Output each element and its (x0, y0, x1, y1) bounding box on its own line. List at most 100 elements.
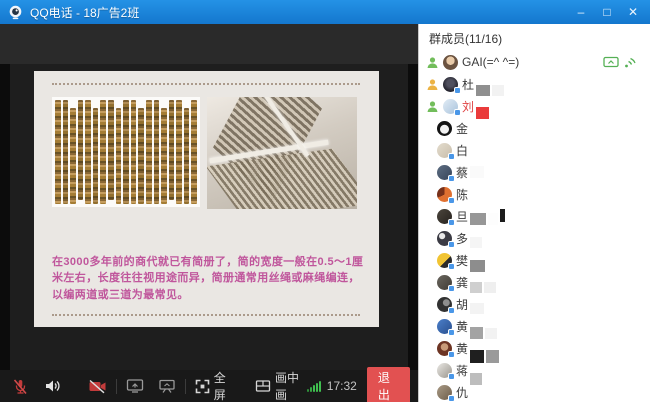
close-button[interactable]: ✕ (620, 0, 646, 24)
device-badge-icon (448, 285, 455, 292)
avatar (437, 385, 452, 400)
fullscreen-icon[interactable] (195, 379, 210, 394)
video-letterbox-right (408, 64, 418, 370)
member-row[interactable]: 多 (419, 227, 650, 249)
censor-block (485, 328, 497, 339)
avatar (437, 363, 452, 378)
microphone-muted-icon[interactable] (12, 378, 29, 395)
censor-block (470, 237, 482, 248)
avatar (437, 231, 452, 246)
member-row[interactable]: 旦 (419, 205, 650, 227)
screen-share-icon (603, 56, 619, 69)
censor-block (470, 213, 486, 225)
member-row[interactable]: 杜 (419, 73, 650, 95)
member-name: 杜 (462, 76, 474, 93)
device-badge-icon (448, 263, 455, 270)
device-badge-icon (448, 351, 455, 358)
device-badge-icon (448, 197, 455, 204)
video-letterbox-left (0, 64, 10, 370)
slide-divider-bottom (52, 314, 360, 316)
member-name: 旦 (456, 208, 468, 225)
member-row[interactable]: 仇 (419, 381, 650, 402)
members-panel: 群成员(11/16) GAI(=^ ^=) 杜 刘金白蔡陈旦多樊龚胡黄黄蒋仇 (418, 24, 650, 402)
member-name: 黄 (456, 340, 468, 357)
avatar (437, 341, 452, 356)
avatar (443, 55, 458, 70)
fullscreen-label[interactable]: 全屏 (214, 369, 235, 402)
censor-block (470, 303, 484, 314)
avatar (437, 143, 452, 158)
member-name: 刘 (462, 98, 474, 115)
minimize-button[interactable]: – (568, 0, 594, 24)
avatar (443, 77, 458, 92)
member-name: 龚 (456, 274, 468, 291)
censor-block (470, 350, 484, 363)
device-badge-icon (448, 153, 455, 160)
member-name: 黄 (456, 318, 468, 335)
censor-block (470, 327, 483, 339)
device-badge-icon (448, 241, 455, 248)
member-row[interactable]: 陈 (419, 183, 650, 205)
censor-block (500, 209, 505, 222)
camera-off-icon[interactable] (88, 379, 107, 394)
member-name: 樊 (456, 252, 468, 269)
screen-share-icon[interactable] (126, 378, 144, 394)
member-row[interactable]: 刘 (419, 95, 650, 117)
device-badge-icon (448, 175, 455, 182)
censor-block (476, 107, 489, 119)
avatar (437, 187, 452, 202)
member-row[interactable]: 蒋 (419, 359, 650, 381)
device-badge-icon (454, 109, 461, 116)
avatar (437, 275, 452, 290)
member-row[interactable]: 胡 (419, 293, 650, 315)
maximize-button[interactable]: □ (594, 0, 620, 24)
member-name: 金 (456, 120, 468, 137)
member-row[interactable]: 白 (419, 139, 650, 161)
presentation-demo-icon[interactable] (158, 378, 176, 394)
member-row[interactable]: 龚 (419, 271, 650, 293)
video-area: 在3000多年前的商代就已有简册了，简的宽度一般在0.5～1厘米左右，长度往往视… (0, 24, 418, 402)
member-row[interactable]: GAI(=^ ^=) (419, 51, 650, 73)
avatar (437, 297, 452, 312)
pip-label[interactable]: 画中画 (275, 369, 307, 402)
window-title: QQ电话 - 18广告2班 (30, 4, 139, 21)
censor-block (470, 260, 485, 272)
censor-block (486, 350, 499, 363)
member-name: 蔡 (456, 164, 468, 181)
censor-block (470, 373, 482, 385)
member-list: GAI(=^ ^=) 杜 刘金白蔡陈旦多樊龚胡黄黄蒋仇 (419, 51, 650, 402)
picture-in-picture-icon[interactable] (255, 379, 271, 393)
member-row[interactable]: 金 (419, 117, 650, 139)
device-badge-icon (454, 87, 461, 94)
bamboo-slips-image (52, 97, 200, 207)
video-letterbox-top (0, 24, 418, 64)
member-name: 胡 (456, 296, 468, 313)
call-toolbar: 全屏 画中画 17:32 退出 (0, 370, 418, 402)
avatar (437, 253, 452, 268)
exit-button[interactable]: 退出 (367, 367, 410, 402)
censor-block (470, 282, 482, 293)
avatar (437, 165, 452, 180)
censor-block (488, 213, 498, 225)
member-name: 陈 (456, 186, 468, 203)
censor-block (492, 85, 504, 96)
member-row[interactable]: 黄 (419, 337, 650, 359)
device-badge-icon (448, 395, 455, 402)
avatar (437, 121, 452, 136)
censor-block (476, 85, 490, 96)
censor-block (484, 282, 496, 293)
member-row[interactable]: 黄 (419, 315, 650, 337)
device-badge-icon (448, 307, 455, 314)
member-name: 多 (456, 230, 468, 247)
member-row[interactable]: 蔡 (419, 161, 650, 183)
presence-icon (426, 78, 439, 91)
members-header: 群成员(11/16) (419, 24, 650, 51)
avatar (443, 99, 458, 114)
bamboo-books-photo (207, 97, 357, 209)
member-name: 蒋 (456, 362, 468, 379)
speaker-icon[interactable] (44, 378, 62, 394)
qq-call-window: QQ电话 - 18广告2班 – □ ✕ (0, 0, 650, 402)
member-row[interactable]: 樊 (419, 249, 650, 271)
censor-block (470, 166, 484, 178)
device-badge-icon (448, 329, 455, 336)
